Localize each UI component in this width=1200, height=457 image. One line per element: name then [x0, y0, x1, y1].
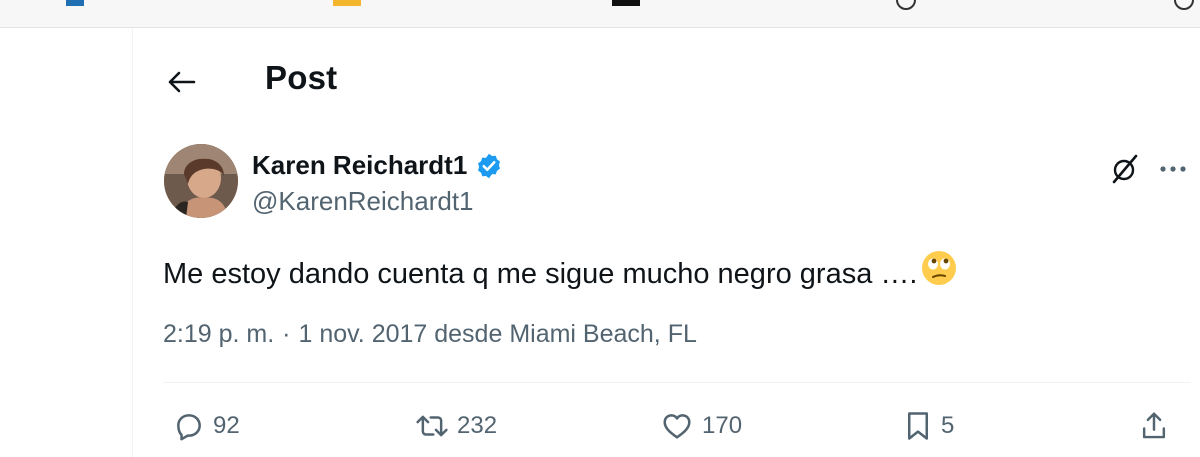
post-panel: Post Karen Reichardt1 @KarenReichardt1 M… [132, 28, 1200, 457]
verified-badge-icon [478, 153, 501, 178]
author-handle[interactable]: @KarenReichardt1 [252, 186, 474, 217]
avatar[interactable] [164, 144, 238, 218]
reply-icon [177, 414, 201, 441]
bookmark-count: 5 [941, 412, 955, 439]
grok-button[interactable] [1105, 149, 1145, 189]
back-button[interactable] [163, 68, 199, 96]
reply-count: 92 [213, 412, 240, 439]
tab-icon-black[interactable] [612, 0, 640, 6]
repost-icon [416, 415, 448, 437]
like-button[interactable]: 170 [660, 406, 742, 446]
profile-photo [164, 144, 238, 218]
tweet-meta: 2:19 p. m. · 1 nov. 2017 desde Miami Bea… [163, 320, 697, 349]
repost-count: 232 [457, 412, 498, 439]
share-icon [1142, 412, 1166, 439]
tweet-date-location[interactable]: 1 nov. 2017 desde Miami Beach, FL [299, 320, 697, 349]
like-count: 170 [702, 412, 743, 439]
author-name-row[interactable]: Karen Reichardt1 [252, 150, 503, 181]
heart-icon [663, 414, 691, 439]
toolbar-circle-icon[interactable] [896, 0, 916, 10]
browser-top-bar [0, 0, 1200, 28]
author-display-name[interactable]: Karen Reichardt1 [252, 150, 467, 181]
arrow-left-icon [168, 71, 196, 93]
tweet-body: Me estoy dando cuenta q me sigue mucho n… [163, 257, 918, 290]
meta-separator: · [282, 320, 291, 348]
repost-button[interactable]: 232 [415, 406, 497, 446]
more-horizontal-icon [1160, 166, 1186, 172]
share-button[interactable] [1139, 406, 1169, 446]
bookmark-button[interactable]: 5 [903, 406, 954, 446]
tab-icon-yellow[interactable] [333, 0, 361, 6]
grok-icon [1112, 154, 1138, 184]
eye-roll-emoji-icon [921, 250, 957, 297]
tweet-text: Me estoy dando cuenta q me sigue mucho n… [163, 250, 957, 297]
page-title: Post [265, 59, 338, 96]
bookmark-icon [908, 412, 928, 440]
divider [163, 382, 1191, 383]
post-header: Post [133, 56, 1200, 108]
reply-button[interactable]: 92 [173, 406, 240, 446]
toolbar-circle-icon-2[interactable] [1174, 0, 1194, 10]
tweet-time[interactable]: 2:19 p. m. [163, 320, 274, 349]
action-bar: 92 232 170 5 [163, 406, 1193, 448]
tab-icon-blue[interactable] [66, 0, 84, 6]
more-options-button[interactable] [1153, 149, 1193, 189]
